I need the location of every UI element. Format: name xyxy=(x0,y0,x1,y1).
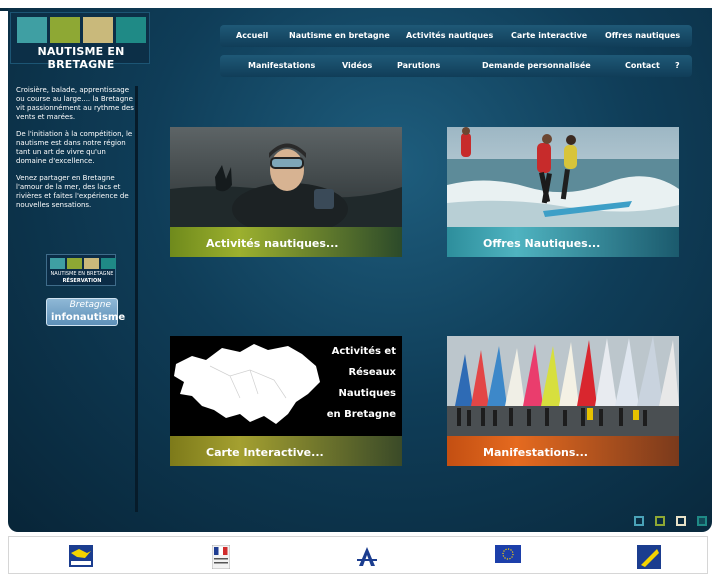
logo-square-1 xyxy=(17,17,47,43)
site-title: NAUTISME EN BRETAGNE xyxy=(37,45,125,71)
slide-dot-1[interactable] xyxy=(634,516,644,526)
main-nav-bottom: Manifestations Vidéos Parutions Demande … xyxy=(220,55,692,77)
nav-manifestations[interactable]: Manifestations xyxy=(248,61,315,70)
nav-offres-nautiques[interactable]: Offres nautiques xyxy=(605,31,680,40)
reservation-badge[interactable]: NAUTISME EN BRETAGNE RÉSERVATION xyxy=(46,254,116,286)
nav-videos[interactable]: Vidéos xyxy=(342,61,372,70)
republique-francaise-logo-icon[interactable] xyxy=(211,544,231,573)
tile-offres-nautiques[interactable]: Offres Nautiques... xyxy=(447,127,679,257)
nav-demande-personnalisee[interactable]: Demande personnalisée xyxy=(482,61,591,70)
tile-activites-caption: Activités nautiques... xyxy=(170,227,402,257)
windsurf-photo xyxy=(447,336,679,436)
tile-carte-caption: Carte Interactive... xyxy=(170,436,402,466)
partner-logo-icon[interactable] xyxy=(637,545,661,573)
surf-photo xyxy=(447,127,679,227)
sidebar-intro-3: Venez partager en Bretagne l'amour de la… xyxy=(16,174,129,209)
footer-partners xyxy=(8,536,708,574)
infonautisme-line1: Bretagne xyxy=(69,300,111,310)
tile-activites-nautiques[interactable]: Activités nautiques... xyxy=(170,127,402,257)
slide-dot-3[interactable] xyxy=(676,516,686,526)
map-title-line4: en Bretagne xyxy=(326,409,396,420)
nav-nautisme-en-bretagne[interactable]: Nautisme en bretagne xyxy=(289,31,390,40)
infonautisme-line2: infonautisme xyxy=(51,312,126,323)
slide-dot-2[interactable] xyxy=(655,516,665,526)
tile-manifestations[interactable]: Manifestations... xyxy=(447,336,679,466)
brittany-map: Activités et Réseaux Nautiques en Bretag… xyxy=(170,336,402,436)
slide-dot-4[interactable] xyxy=(697,516,707,526)
site-logo[interactable]: NAUTISME EN BRETAGNE xyxy=(10,12,150,71)
sidebar-intro-1: Croisière, balade, apprentissage ou cour… xyxy=(16,86,134,121)
reservation-badge-line1: NAUTISME EN BRETAGNE xyxy=(50,271,114,277)
tile-offres-caption: Offres Nautiques... xyxy=(447,227,679,257)
nav-activites-nautiques[interactable]: Activités nautiques xyxy=(406,31,493,40)
logo-square-4 xyxy=(116,17,146,43)
badge-square-4 xyxy=(101,258,116,269)
nav-contact[interactable]: Contact xyxy=(625,61,660,70)
map-title-line2: Réseaux xyxy=(348,367,396,378)
sidebar: Croisière, balade, apprentissage ou cour… xyxy=(16,86,138,512)
sidebar-intro-2: De l'initiation à la compétition, le nau… xyxy=(16,130,133,165)
nav-carte-interactive[interactable]: Carte interactive xyxy=(511,31,587,40)
federation-a-logo-icon[interactable] xyxy=(355,545,379,573)
diver-photo xyxy=(170,127,402,227)
tile-manifestations-caption: Manifestations... xyxy=(447,436,679,466)
nav-accueil[interactable]: Accueil xyxy=(236,31,268,40)
logo-square-2 xyxy=(50,17,80,43)
map-title-line3: Nautiques xyxy=(338,388,396,399)
map-title-line1: Activités et xyxy=(331,346,396,357)
european-union-flag-icon[interactable] xyxy=(495,545,521,567)
main-nav-top: Accueil Nautisme en bretagne Activités n… xyxy=(220,25,692,47)
badge-square-1 xyxy=(50,258,65,269)
tile-carte-interactive[interactable]: Activités et Réseaux Nautiques en Bretag… xyxy=(170,336,402,466)
nav-parutions[interactable]: Parutions xyxy=(397,61,440,70)
logo-square-3 xyxy=(83,17,113,43)
reservation-badge-line2: RÉSERVATION xyxy=(62,278,102,284)
region-bretagne-logo-icon[interactable] xyxy=(69,545,93,571)
nav-help[interactable]: ? xyxy=(675,61,680,70)
infonautisme-badge[interactable]: Bretagne infonautisme xyxy=(46,298,125,326)
badge-square-2 xyxy=(67,258,82,269)
badge-square-3 xyxy=(84,258,99,269)
